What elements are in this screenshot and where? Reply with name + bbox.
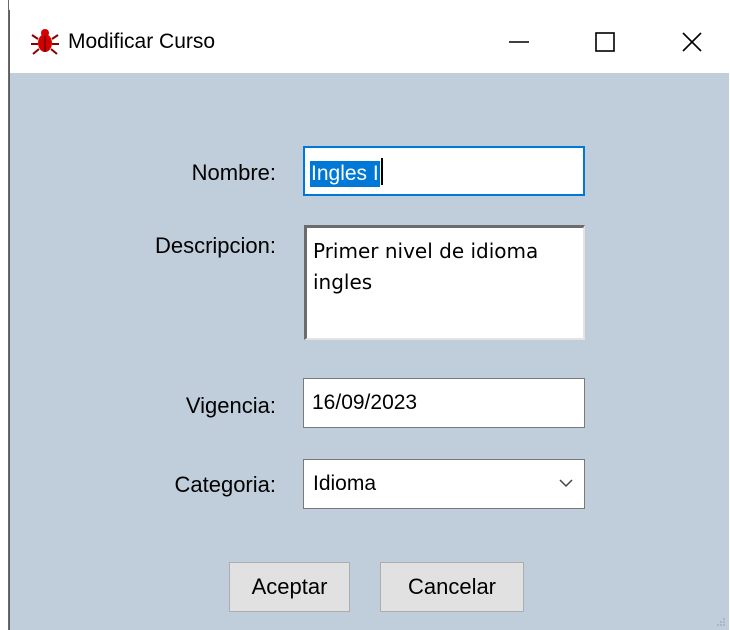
title-bar[interactable]: Modificar Curso (10, 10, 729, 73)
descripcion-label: Descripcion: (154, 233, 276, 258)
categoria-label: Categoria: (174, 472, 276, 497)
close-icon (682, 32, 702, 52)
minimize-icon (509, 41, 529, 43)
maximize-button[interactable] (583, 22, 627, 62)
window-title: Modificar Curso (68, 30, 216, 53)
nombre-label: Nombre: (191, 160, 276, 185)
desktop-edge (0, 0, 9, 630)
nombre-input[interactable]: Ingles I (303, 146, 585, 196)
aceptar-button[interactable]: Aceptar (229, 562, 350, 612)
resize-grip-icon[interactable] (716, 617, 726, 627)
chevron-down-icon (559, 479, 573, 488)
bug-icon (31, 29, 59, 55)
form-panel: Nombre: Ingles I Descripcion: Primer niv… (10, 73, 729, 630)
cancelar-button[interactable]: Cancelar (380, 562, 524, 612)
categoria-select[interactable]: Idioma (303, 459, 585, 509)
minimize-button[interactable] (497, 22, 541, 62)
dialog-window: Modificar Curso Nombre: Ingles I Descrip… (9, 10, 729, 630)
text-caret (380, 158, 383, 185)
vigencia-label: Vigencia: (185, 393, 276, 418)
nombre-value: Ingles I (310, 161, 380, 187)
categoria-selected-value: Idioma (313, 472, 377, 495)
vigencia-input[interactable]: 16/09/2023 (303, 378, 585, 428)
maximize-icon (595, 32, 615, 52)
descripcion-textarea[interactable]: Primer nivel de idioma ingles (304, 225, 585, 340)
close-button[interactable] (670, 22, 714, 62)
